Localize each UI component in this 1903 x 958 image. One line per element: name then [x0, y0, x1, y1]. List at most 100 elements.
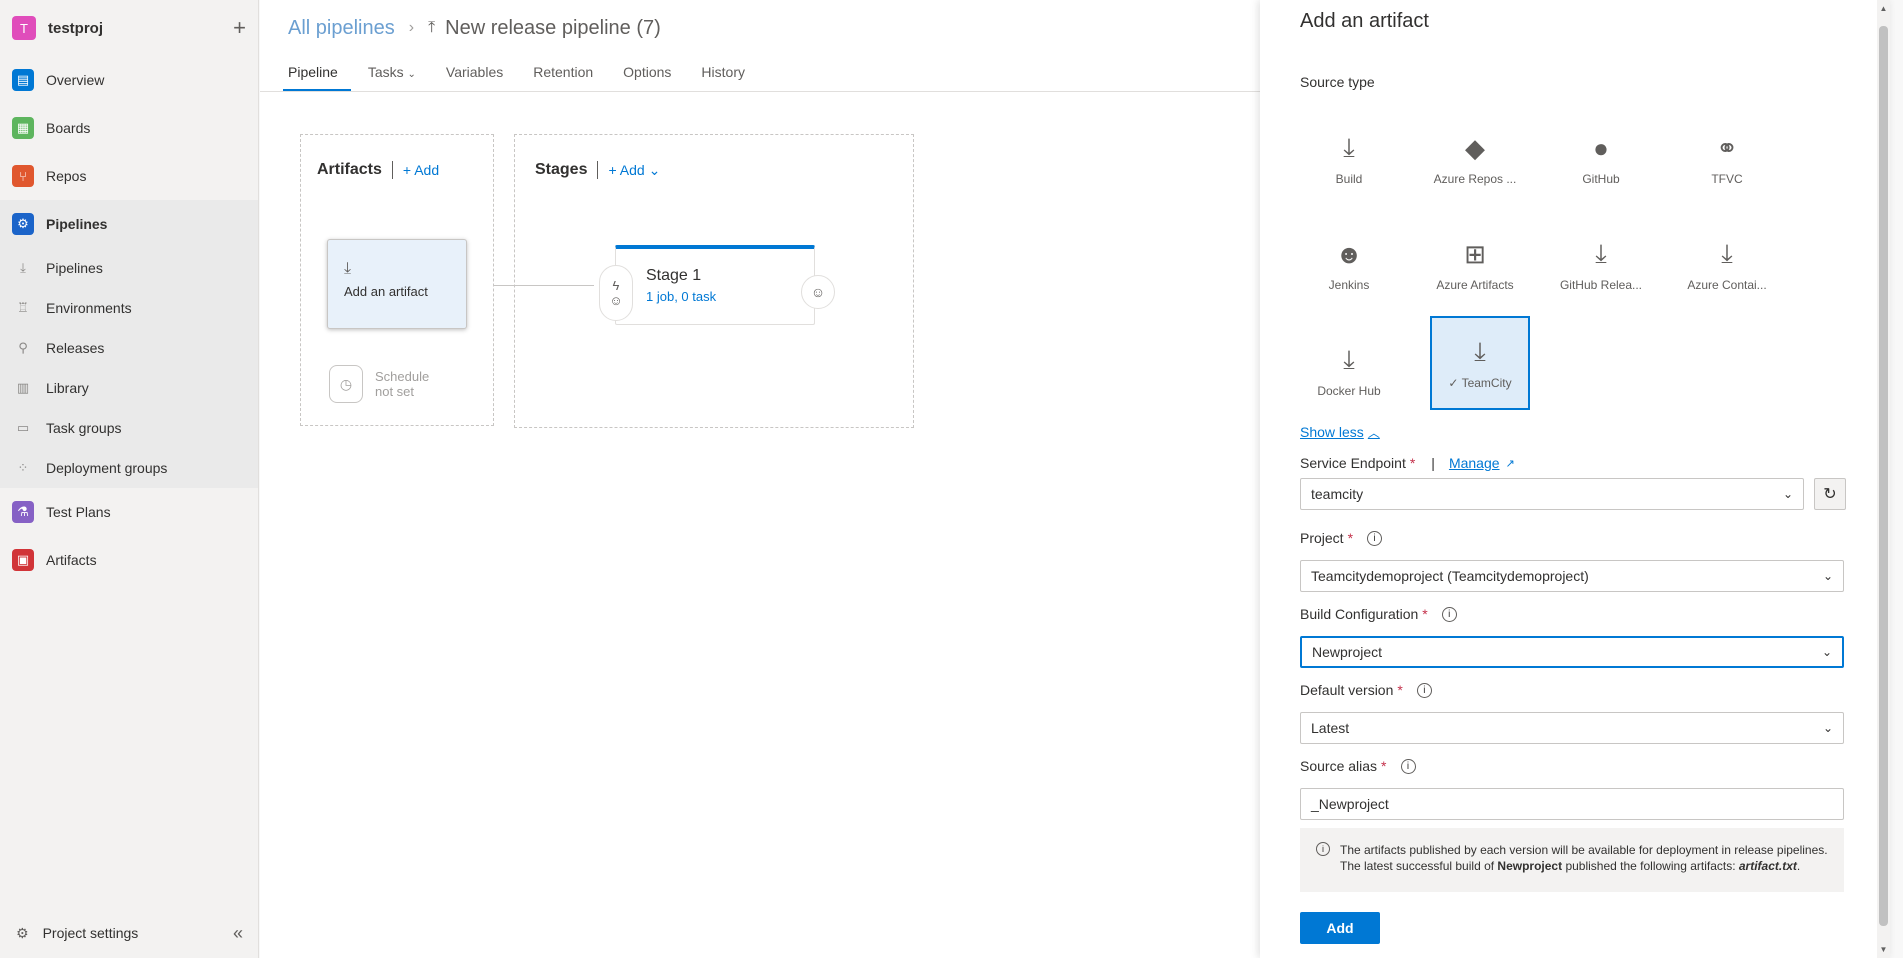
- add-stage-link[interactable]: + Add ⌄: [608, 162, 660, 179]
- info-icon[interactable]: i: [1400, 758, 1416, 774]
- source-docker-hub[interactable]: ⤓ Docker Hub: [1300, 324, 1398, 418]
- checkmark-icon: ✓: [1448, 376, 1462, 390]
- project-label-text: Project: [1300, 530, 1344, 546]
- nav-item-repos[interactable]: ⑂ Repos: [0, 152, 258, 200]
- sub-item-releases[interactable]: ⚲ Releases: [0, 328, 258, 368]
- project-settings-label: Project settings: [42, 925, 139, 941]
- tab-retention[interactable]: Retention: [528, 56, 606, 91]
- nav-item-label: Overview: [46, 72, 105, 88]
- external-link-icon: ↗: [1505, 457, 1515, 470]
- tab-history[interactable]: History: [696, 56, 758, 91]
- note-text: .: [1796, 859, 1801, 873]
- scroll-thumb[interactable]: [1879, 26, 1888, 926]
- pre-deployment-conditions[interactable]: ϟ ☺: [599, 265, 633, 321]
- add-label: Add: [414, 162, 440, 178]
- scroll-down-icon[interactable]: ▼: [1879, 945, 1888, 954]
- source-build[interactable]: ⤓ Build: [1300, 112, 1398, 206]
- release-pipeline-icon: ⤒: [428, 19, 436, 36]
- service-endpoint-select[interactable]: teamcity ⌄: [1300, 478, 1804, 510]
- collapse-nav-icon[interactable]: «: [233, 923, 243, 944]
- sub-item-pipelines[interactable]: ⤓ Pipelines: [0, 248, 258, 288]
- info-icon[interactable]: i: [1367, 530, 1383, 546]
- chevron-down-icon: ⌄: [1822, 569, 1833, 583]
- source-type-label: Source type: [1300, 74, 1375, 90]
- artifacts-title: Artifacts: [317, 161, 382, 178]
- source-label: Azure Repos ...: [1433, 171, 1517, 186]
- source-azure-artifacts[interactable]: ⊞ Azure Artifacts: [1426, 218, 1524, 312]
- stage-name: Stage 1: [646, 267, 702, 284]
- add-button[interactable]: Add: [1300, 912, 1380, 944]
- info-icon[interactable]: i: [1416, 682, 1432, 698]
- manage-link[interactable]: Manage: [1449, 455, 1500, 471]
- nav-item-artifacts[interactable]: ▣ Artifacts: [0, 536, 258, 584]
- required-marker: *: [1381, 758, 1387, 774]
- sub-item-label: Environments: [46, 300, 132, 316]
- source-github[interactable]: ● GitHub: [1552, 112, 1650, 206]
- sub-item-library[interactable]: ▥ Library: [0, 368, 258, 408]
- nav-item-test-plans[interactable]: ⚗ Test Plans: [0, 488, 258, 536]
- note-artifact-name: artifact.txt: [1738, 859, 1797, 873]
- source-label: Azure Artifacts: [1436, 277, 1514, 292]
- gift-icon: ⊞: [1464, 238, 1486, 269]
- nav-item-overview[interactable]: ▤ Overview: [0, 56, 258, 104]
- build-icon: ⤓: [344, 260, 352, 277]
- default-version-select[interactable]: Latest ⌄: [1300, 712, 1844, 744]
- sub-item-label: Pipelines: [46, 260, 103, 276]
- pipeline-tabs: Pipeline Tasks ⌄ Variables Retention Opt…: [260, 56, 1260, 92]
- source-alias-input[interactable]: _Newproject: [1300, 788, 1844, 820]
- post-deployment-conditions[interactable]: ☺: [801, 275, 835, 309]
- page-title[interactable]: New release pipeline (7): [445, 17, 661, 40]
- schedule-trigger[interactable]: ◷ Schedule not set: [329, 365, 429, 403]
- plus-icon[interactable]: +: [233, 15, 246, 41]
- source-tfvc[interactable]: ⚭ TFVC: [1678, 112, 1776, 206]
- nav-item-label: Boards: [46, 120, 91, 136]
- source-label: Jenkins: [1328, 277, 1370, 292]
- add-artifact-card[interactable]: ⤓ Add an artifact: [327, 239, 467, 329]
- chevron-down-icon: ⌄: [1782, 487, 1793, 501]
- source-teamcity[interactable]: ⤓ ✓ TeamCity: [1430, 316, 1530, 410]
- stage-summary[interactable]: 1 job, 0 task: [646, 289, 784, 304]
- refresh-button[interactable]: ↻: [1814, 478, 1846, 510]
- tab-options[interactable]: Options: [618, 56, 684, 91]
- refresh-icon: ↻: [1823, 486, 1837, 503]
- panel-scrollbar[interactable]: ▲ ▼: [1877, 0, 1890, 958]
- source-github-release[interactable]: ⤓ GitHub Relea...: [1552, 218, 1650, 312]
- library-icon: ▥: [16, 380, 30, 395]
- sub-item-deployment-groups[interactable]: ⁘ Deployment groups: [0, 448, 258, 488]
- project-name[interactable]: testproj: [48, 20, 233, 37]
- source-label: GitHub: [1582, 171, 1620, 186]
- default-version-value: Latest: [1311, 720, 1350, 736]
- schedule-line1: Schedule: [375, 369, 430, 384]
- chevron-down-icon: ⌄: [1822, 721, 1833, 735]
- tfvc-icon: ⚭: [1716, 132, 1738, 163]
- breadcrumb-all-pipelines[interactable]: All pipelines: [288, 17, 395, 40]
- source-azure-repos[interactable]: ◆ Azure Repos ...: [1426, 112, 1524, 206]
- project-select[interactable]: Teamcitydemoproject (Teamcitydemoproject…: [1300, 560, 1844, 592]
- build-icon: ⤓: [1343, 344, 1355, 374]
- source-label: Azure Contai...: [1687, 278, 1767, 292]
- sub-item-label: Task groups: [46, 420, 122, 436]
- project-label: Project * i: [1300, 530, 1383, 546]
- build-configuration-select[interactable]: Newproject ⌄: [1300, 636, 1844, 668]
- scroll-up-icon[interactable]: ▲: [1879, 4, 1888, 13]
- tab-variables[interactable]: Variables: [441, 56, 516, 91]
- project-settings[interactable]: ⚙ Project settings «: [0, 908, 259, 958]
- source-azure-container[interactable]: ⤓ Azure Contai...: [1678, 218, 1776, 312]
- stage-card[interactable]: Stage 1 1 job, 0 task: [615, 245, 815, 325]
- person-icon: ☺: [810, 284, 826, 300]
- nav-item-boards[interactable]: ▦ Boards: [0, 104, 258, 152]
- source-label: Docker Hub: [1317, 384, 1381, 398]
- nav-item-pipelines[interactable]: ⚙ Pipelines: [0, 200, 258, 248]
- source-label: Build: [1335, 172, 1363, 186]
- tab-pipeline[interactable]: Pipeline: [283, 56, 351, 91]
- sub-item-task-groups[interactable]: ▭ Task groups: [0, 408, 258, 448]
- source-jenkins[interactable]: ☻ Jenkins: [1300, 218, 1398, 312]
- info-icon[interactable]: i: [1441, 606, 1457, 622]
- show-less-link[interactable]: Show less ︿: [1300, 424, 1380, 441]
- sub-item-environments[interactable]: ♖ Environments: [0, 288, 258, 328]
- project-value: Teamcitydemoproject (Teamcitydemoproject…: [1311, 568, 1589, 584]
- releases-icon: ⚲: [18, 340, 28, 355]
- add-artifact-link[interactable]: + Add: [403, 162, 439, 178]
- tab-tasks[interactable]: Tasks ⌄: [363, 56, 429, 91]
- required-marker: *: [1347, 530, 1354, 546]
